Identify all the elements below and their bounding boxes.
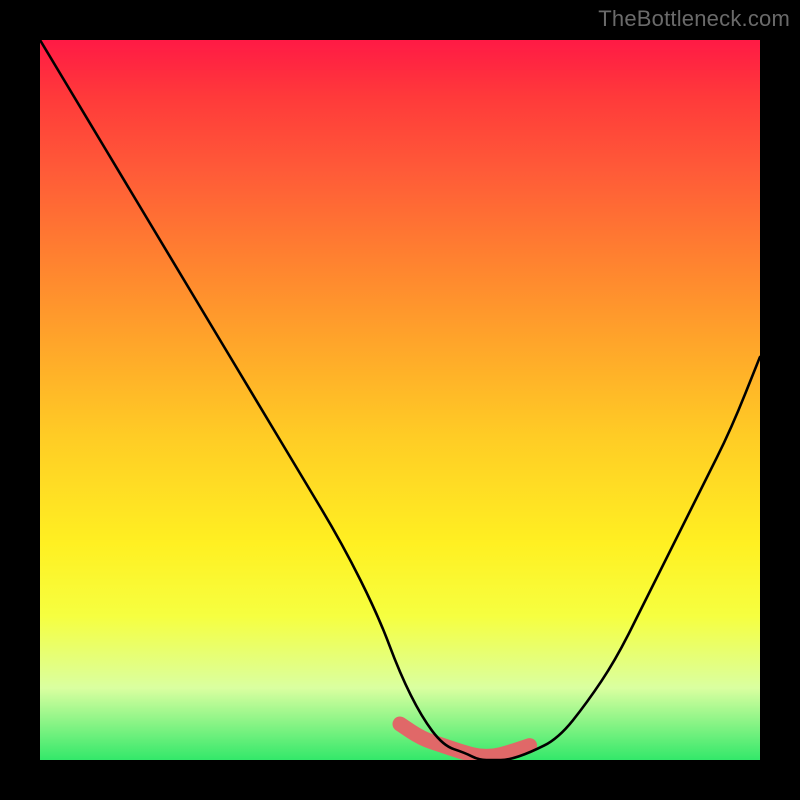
emphasis-band-path: [400, 724, 530, 756]
plot-area: [40, 40, 760, 760]
curve-layer: [40, 40, 760, 760]
chart-frame: TheBottleneck.com: [0, 0, 800, 800]
watermark-text: TheBottleneck.com: [598, 6, 790, 32]
bottleneck-curve-path: [40, 40, 760, 760]
